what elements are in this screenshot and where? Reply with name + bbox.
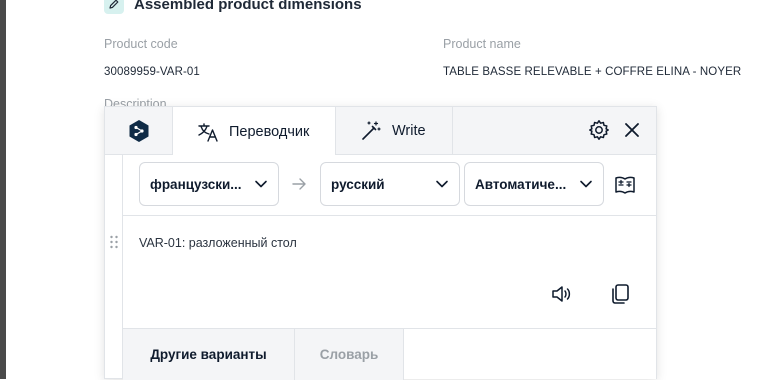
product-name-label: Product name xyxy=(443,37,521,51)
glossary-icon[interactable] xyxy=(613,173,637,197)
chevron-down-icon xyxy=(436,180,448,188)
copy-icon[interactable] xyxy=(608,282,632,306)
deepl-logo xyxy=(105,107,172,155)
translation-result: VAR-01: разложенный стол xyxy=(122,216,656,328)
tab-translator[interactable]: Переводчик xyxy=(172,107,336,156)
product-name-value: TABLE BASSE RELEVABLE + COFFRE ELINA - N… xyxy=(443,66,742,78)
left-rail xyxy=(0,0,6,379)
formality-select[interactable]: Автоматиче... xyxy=(464,162,604,206)
tab-alternatives[interactable]: Другие варианты xyxy=(123,329,295,380)
target-language-value: русский xyxy=(331,176,385,192)
product-code-value: 30089959-VAR-01 xyxy=(104,66,200,78)
pencil-icon[interactable] xyxy=(104,0,124,14)
tab-write[interactable]: Write xyxy=(336,107,453,155)
gear-icon[interactable] xyxy=(588,119,610,141)
close-icon[interactable] xyxy=(623,121,641,139)
tab-write-label: Write xyxy=(392,123,426,139)
product-code-label: Product code xyxy=(104,37,178,51)
translation-text: VAR-01: разложенный стол xyxy=(139,236,297,250)
chevron-down-icon xyxy=(255,180,267,188)
magic-wand-icon xyxy=(362,121,381,140)
language-bar: французски... русский Автоматиче... xyxy=(122,155,656,216)
drag-handle-icon[interactable] xyxy=(109,235,119,249)
translator-panel: Переводчик Write французски... русский А… xyxy=(104,106,657,380)
translate-icon xyxy=(198,122,218,142)
formality-value: Автоматиче... xyxy=(475,176,567,192)
chevron-down-icon xyxy=(580,180,592,188)
arrow-right-icon xyxy=(292,178,306,190)
source-language-select[interactable]: французски... xyxy=(139,162,279,206)
section-header: Assembled product dimensions xyxy=(104,0,362,14)
target-language-select[interactable]: русский xyxy=(320,162,460,206)
translator-footer: Другие варианты Словарь xyxy=(122,328,656,380)
section-title: Assembled product dimensions xyxy=(134,0,362,13)
source-language-value: французски... xyxy=(150,176,242,192)
speaker-icon[interactable] xyxy=(549,282,573,306)
tab-translator-label: Переводчик xyxy=(229,123,310,140)
translator-tab-bar: Переводчик Write xyxy=(105,107,656,156)
tab-dictionary[interactable]: Словарь xyxy=(295,329,404,380)
